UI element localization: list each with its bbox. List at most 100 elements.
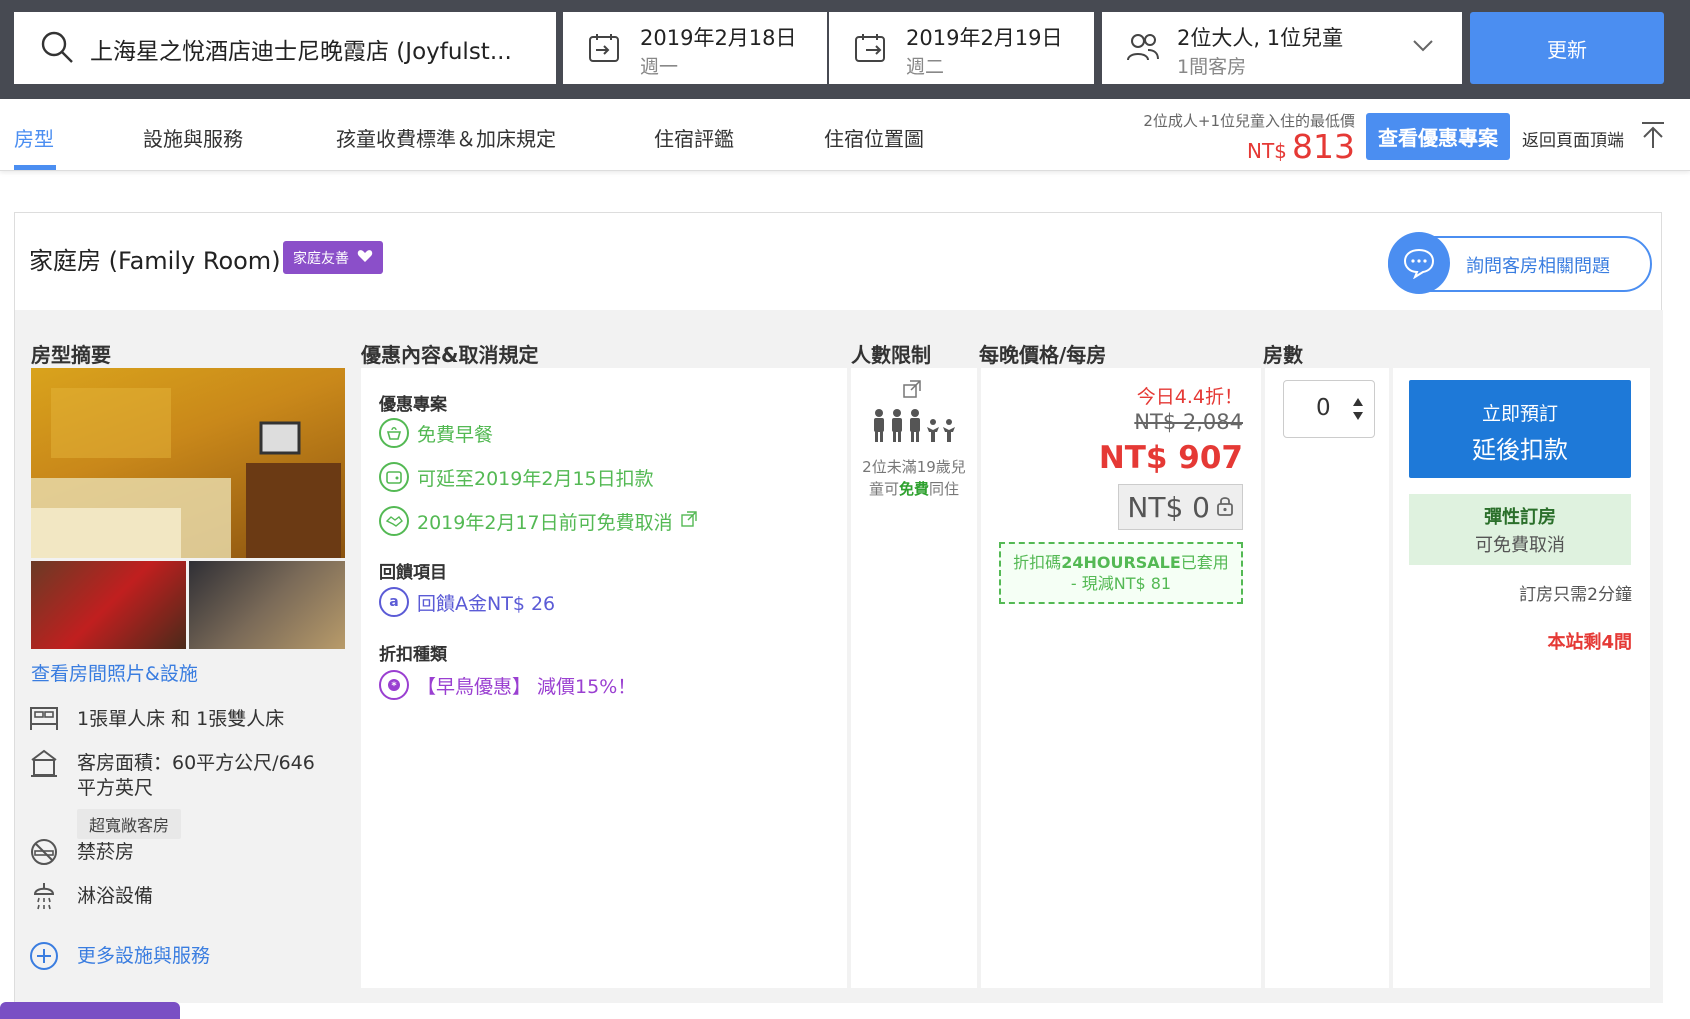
family-badge-label: 家庭友善: [293, 250, 349, 267]
feature-shower-text: 淋浴設備: [77, 885, 154, 907]
room-photo-2[interactable]: [31, 561, 186, 649]
a-coin-icon: a: [379, 587, 409, 617]
book-now-line1: 立即預訂: [1481, 403, 1558, 425]
coupon-post: 已套用: [1180, 553, 1229, 572]
plus-circle-icon: [29, 942, 59, 976]
bottom-floating-tab[interactable]: [0, 1002, 180, 1019]
rooms-count: 1間客房: [1177, 56, 1247, 78]
checkout-day: 週二: [906, 56, 945, 78]
guests-count: 2位大人, 1位兒童: [1177, 26, 1344, 50]
book-now-button[interactable]: 立即預訂 延後扣款: [1409, 380, 1631, 478]
checkin-date-field[interactable]: 2019年2月18日 週一: [563, 12, 827, 84]
locked-price-box[interactable]: NT$ 0: [1118, 484, 1243, 530]
more-facilities-link[interactable]: 更多設施與服務: [29, 941, 210, 976]
deal-pay-later-text: 可延至2019年2月15日扣款: [417, 467, 654, 490]
deal-discount-text: 【早鳥優惠】 減價15%！: [417, 675, 637, 698]
external-link-icon[interactable]: [680, 510, 697, 532]
ask-room-question-button[interactable]: 詢問客房相關問題: [1388, 232, 1652, 294]
room-photo-main[interactable]: [31, 368, 345, 558]
feature-area-line1: 客房面積：60平方公尺/646: [77, 752, 315, 774]
tab-location[interactable]: 住宿位置圖: [824, 123, 924, 152]
flexible-booking-sub: 可免費取消: [1475, 535, 1565, 556]
deal-breakfast: 免費早餐: [379, 418, 493, 448]
calendar-checkout-icon: [854, 32, 886, 68]
tab-child-policy[interactable]: 孩童收費標準＆加床規定: [336, 123, 556, 152]
checkin-date: 2019年2月18日: [640, 26, 797, 50]
lock-icon: [1216, 491, 1234, 524]
discount-label: 今日4.4折！: [1136, 386, 1243, 408]
header-occupancy: 人數限制: [851, 343, 931, 367]
hotel-search-field[interactable]: 上海星之悅酒店迪士尼晚霞店 (Joyfulst...: [14, 12, 556, 84]
room-photo-3[interactable]: [189, 561, 345, 649]
hotel-name: 上海星之悅酒店迪士尼晚霞店 (Joyfulst...: [90, 39, 512, 65]
svg-text:*: *: [391, 681, 397, 692]
feature-bed-text: 1張單人床 和 1張雙人床: [77, 708, 285, 730]
coupon-applied-box: 折扣碼24HOURSALE已套用 - 現減NT$ 81: [999, 542, 1243, 604]
search-bar: 上海星之悅酒店迪士尼晚霞店 (Joyfulst... 2019年2月18日 週一…: [0, 0, 1690, 99]
current-price: NT$ 907: [1098, 440, 1243, 476]
locked-price: NT$ 0: [1127, 490, 1210, 524]
lowest-price: NT$ 813: [1247, 127, 1355, 166]
tab-room-types[interactable]: 房型: [14, 123, 54, 152]
deals-panel: 優惠專案 免費早餐 可延至2019年2月15日扣款 2019年2月17日前可免費…: [361, 368, 847, 988]
deal-reward-text: 回饋A金NT$ 26: [417, 592, 556, 615]
checkin-day: 週一: [640, 56, 679, 78]
occupancy-note-free: 免費: [898, 480, 929, 498]
arrow-up-icon[interactable]: [1640, 121, 1666, 153]
room-count-select[interactable]: 0: [1283, 380, 1375, 438]
header-summary: 房型摘要: [31, 343, 111, 367]
family-friendly-badge: 家庭友善: [283, 241, 383, 274]
breakfast-icon: [379, 418, 409, 448]
header-price: 每晚價格/每房: [979, 343, 1107, 367]
room-card: 家庭房 (Family Room) 家庭友善 詢問客房相關問題 房型摘要 優惠內…: [14, 212, 1663, 1003]
booking-time-note: 訂房只需2分鐘: [1519, 585, 1632, 605]
active-tab-indicator: [14, 165, 56, 170]
deal-breakfast-text: 免費早餐: [417, 423, 494, 446]
reward-title: 回饋項目: [379, 563, 447, 583]
occupancy-people-icon: [871, 408, 959, 448]
calendar-checkin-icon: [588, 32, 620, 68]
ask-room-question-label: 詢問客房相關問題: [1466, 256, 1610, 277]
guests-icon: [1126, 32, 1160, 66]
search-icon: [40, 30, 74, 68]
tab-facilities[interactable]: 設施與服務: [143, 123, 243, 152]
wallet-icon: [379, 462, 409, 492]
feature-area-line2: 平方英尺: [77, 777, 154, 799]
checkout-date-field[interactable]: 2019年2月19日 週二: [829, 12, 1094, 84]
chat-bubble-icon: [1388, 232, 1450, 294]
stepper-arrows-icon: [1352, 396, 1364, 426]
deal-discount: * 【早鳥優惠】 減價15%！: [379, 670, 636, 700]
expand-icon[interactable]: [903, 380, 921, 402]
room-size-icon: [29, 748, 59, 783]
more-facilities-label: 更多設施與服務: [77, 945, 211, 967]
handshake-icon: [379, 506, 409, 536]
occupancy-note: 2位未滿19歲兒童可免費同住: [859, 456, 969, 500]
view-deals-button[interactable]: 查看優惠專案: [1366, 113, 1510, 160]
coupon-pre: 折扣碼: [1013, 553, 1062, 572]
section-tabs: 房型 設施與服務 孩童收費標準＆加床規定 住宿評鑑 住宿位置圖 2位成人+1位兒…: [0, 99, 1690, 171]
original-price: NT$ 2,084: [1134, 410, 1243, 434]
room-title: 家庭房 (Family Room): [29, 247, 281, 275]
tab-reviews[interactable]: 住宿評鑑: [654, 123, 734, 152]
star-badge-icon: *: [379, 670, 409, 700]
booking-panel: 立即預訂 延後扣款 彈性訂房 可免費取消 訂房只需2分鐘 本站剩4間: [1393, 368, 1650, 988]
coupon-code: 24HOURSALE: [1061, 553, 1181, 572]
no-smoking-icon: [29, 837, 59, 872]
room-count-value: 0: [1316, 395, 1331, 421]
back-to-top-link[interactable]: 返回頁面頂端: [1522, 126, 1624, 151]
occupancy-note-post: 同住: [929, 480, 960, 498]
deal-pay-later: 可延至2019年2月15日扣款: [379, 462, 654, 492]
flexible-booking-box: 彈性訂房 可免費取消: [1409, 494, 1631, 565]
spacious-room-tag: 超寬敞客房: [77, 809, 182, 839]
promo-title: 優惠專案: [379, 395, 447, 415]
guests-field[interactable]: 2位大人, 1位兒童 1間客房: [1102, 12, 1462, 84]
rooms-panel: 0: [1265, 368, 1389, 988]
chevron-down-icon: [1412, 38, 1434, 57]
update-button[interactable]: 更新: [1470, 12, 1664, 84]
view-photos-link[interactable]: 查看房間照片&設施: [31, 659, 198, 686]
deal-free-cancel[interactable]: 2019年2月17日前可免費取消: [379, 506, 697, 536]
checkout-date: 2019年2月19日: [906, 26, 1063, 50]
coupon-savings: - 現減NT$ 81: [1070, 574, 1172, 593]
lowest-price-amount: 813: [1292, 127, 1355, 166]
shower-icon: [29, 881, 59, 916]
